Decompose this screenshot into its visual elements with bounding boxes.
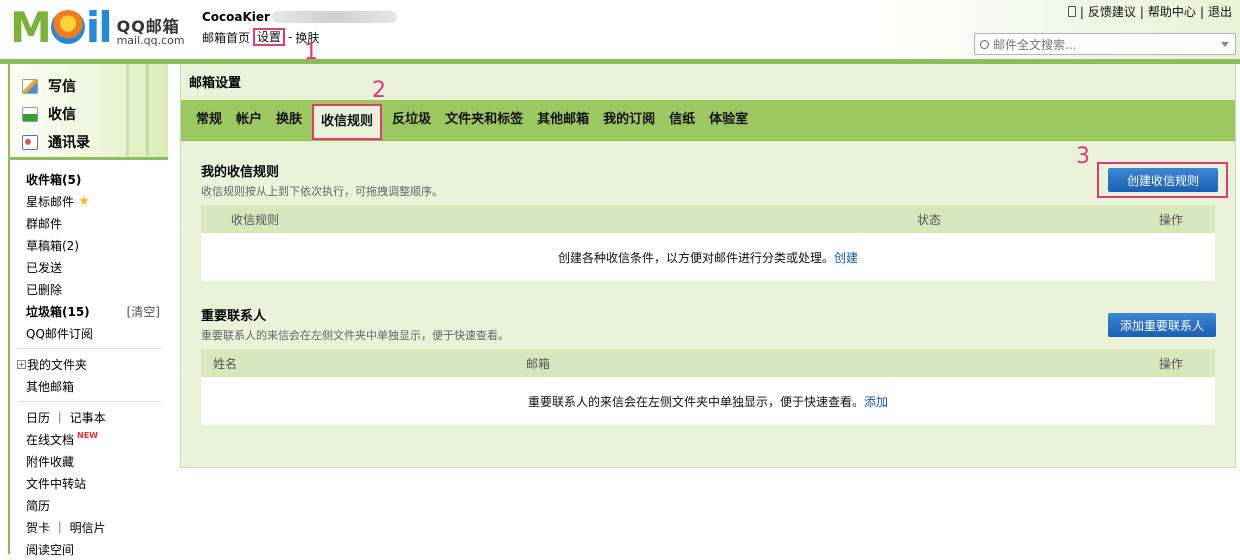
add-vip-link[interactable]: 添加 <box>864 393 888 410</box>
tool-calendar-notes[interactable]: 日历 ｜ 记事本 <box>26 406 168 428</box>
tab-folders-labels[interactable]: 文件夹和标签 <box>438 99 530 140</box>
vip-title: 重要联系人 <box>201 309 267 324</box>
search-input[interactable]: 邮件全文搜索... <box>974 33 1236 55</box>
folder-sent[interactable]: 已发送 <box>26 256 168 278</box>
divider <box>18 348 162 349</box>
brand-name: QQ邮箱 <box>116 17 180 36</box>
logo-letter: M <box>10 3 52 52</box>
annotation-3: 3 <box>1076 144 1090 169</box>
quick-actions: 写信 收信 通讯录 <box>10 64 168 160</box>
star-icon: ★ <box>78 193 90 209</box>
empty-spam-link[interactable]: [清空] <box>127 303 160 320</box>
new-badge: NEW <box>77 430 98 440</box>
rules-empty-row: 创建各种收信条件，以方便对邮件进行分类或处理。 创建 <box>201 233 1215 281</box>
col-actions: 操作 <box>1158 212 1183 227</box>
chevron-down-icon[interactable] <box>1221 42 1229 47</box>
settings-panel: 邮箱设置 常规 帐户 换肤 收信规则 反垃圾 文件夹和标签 其他邮箱 我的订阅 … <box>180 64 1236 468</box>
vip-description: 重要联系人的来信会在左侧文件夹中单独显示，便于快速查看。 <box>201 329 509 342</box>
help-link[interactable]: 帮助中心 <box>1148 3 1196 20</box>
folder-spam[interactable]: 垃圾箱(15) [清空] <box>26 300 168 322</box>
col-actions: 操作 <box>1158 356 1183 371</box>
rules-title: 我的收信规则 <box>201 165 280 180</box>
tab-general[interactable]: 常规 <box>189 99 229 140</box>
tool-cards[interactable]: 贺卡 ｜ 明信片 <box>26 516 168 538</box>
vip-empty-row: 重要联系人的来信会在左侧文件夹中单独显示，便于快速查看。 添加 <box>201 377 1215 425</box>
folder-starred[interactable]: 星标邮件 ★ <box>26 190 168 212</box>
tab-stationery[interactable]: 信纸 <box>662 99 702 140</box>
feedback-link[interactable]: 反馈建议 <box>1088 3 1136 20</box>
tab-account[interactable]: 帐户 <box>229 99 269 140</box>
folder-list: 收件箱(5) 星标邮件 ★ 群邮件 草稿箱(2) 已发送 已删除 垃圾箱(15)[… <box>10 160 168 560</box>
account-name: CocoaKier <box>202 10 270 24</box>
receive-icon <box>22 106 38 122</box>
tool-resume[interactable]: 简历 <box>26 494 168 516</box>
page-title: 邮箱设置 <box>189 76 242 91</box>
tool-file-transfer[interactable]: 文件中转站 <box>26 472 168 494</box>
col-email: 邮箱 <box>526 356 551 371</box>
rules-table: 收信规则 状态 操作 创建各种收信条件，以方便对邮件进行分类或处理。 创建 <box>201 205 1215 281</box>
nav-separator: - <box>288 30 293 44</box>
tab-labs[interactable]: 体验室 <box>702 99 755 140</box>
folder-subscriptions[interactable]: QQ邮件订阅 <box>26 322 168 344</box>
search-placeholder: 邮件全文搜索... <box>993 37 1077 52</box>
tool-reading-space[interactable]: 阅读空间 <box>26 538 168 560</box>
logout-link[interactable]: 退出 <box>1208 3 1232 20</box>
contacts-icon <box>22 134 38 150</box>
qqmail-logo[interactable]: Mil QQ邮箱 mail.qq.com <box>10 7 185 49</box>
col-name: 姓名 <box>213 356 238 371</box>
tab-anti-spam[interactable]: 反垃圾 <box>385 99 438 140</box>
rules-table-header: 收信规则 状态 操作 <box>201 205 1215 233</box>
rules-section: 我的收信规则 收信规则按从上到下依次执行，可拖拽调整顺序。 收信规则 状态 操作… <box>201 161 1215 281</box>
col-rule: 收信规则 <box>231 212 280 227</box>
tool-attachments[interactable]: 附件收藏 <box>26 450 168 472</box>
account-area: CocoaKier 邮箱首页 设置 - 换肤 <box>202 10 397 46</box>
my-folders[interactable]: + 我的文件夹 <box>17 353 168 375</box>
vip-table: 姓名 邮箱 操作 重要联系人的来信会在左侧文件夹中单独显示，便于快速查看。 添加 <box>201 349 1215 425</box>
create-rule-button[interactable]: 创建收信规则 <box>1108 168 1218 192</box>
rules-description: 收信规则按从上到下依次执行，可拖拽调整顺序。 <box>201 185 443 198</box>
settings-tabs: 常规 帐户 换肤 收信规则 反垃圾 文件夹和标签 其他邮箱 我的订阅 信纸 体验… <box>181 100 1235 141</box>
divider <box>18 401 162 402</box>
top-links: | 反馈建议 | 帮助中心 | 退出 <box>1067 3 1232 20</box>
folder-inbox[interactable]: 收件箱(5) <box>26 168 168 190</box>
brand-domain: mail.qq.com <box>116 34 185 47</box>
other-mailboxes[interactable]: 其他邮箱 <box>26 375 168 397</box>
search-icon <box>980 39 989 49</box>
logo-o-icon <box>50 10 85 44</box>
folder-drafts[interactable]: 草稿箱(2) <box>26 234 168 256</box>
phone-icon[interactable] <box>1067 6 1076 17</box>
create-rule-link[interactable]: 创建 <box>834 249 858 266</box>
tool-online-docs[interactable]: 在线文档 NEW <box>26 428 168 450</box>
compose-icon <box>22 78 38 94</box>
tab-inbox-rules[interactable]: 收信规则 <box>312 104 383 140</box>
nav-mail-home[interactable]: 邮箱首页 <box>202 29 250 46</box>
header: Mil QQ邮箱 mail.qq.com CocoaKier 邮箱首页 设置 -… <box>0 0 1240 64</box>
sidebar: 写信 收信 通讯录 收件箱(5) 星标邮件 ★ 群邮件 草稿箱(2) 已发送 已删… <box>8 64 168 557</box>
folder-group[interactable]: 群邮件 <box>26 212 168 234</box>
add-vip-button[interactable]: 添加重要联系人 <box>1108 313 1216 337</box>
logo-tail: il <box>85 3 113 52</box>
tab-other-mailboxes[interactable]: 其他邮箱 <box>530 99 596 140</box>
bamboo-decoration <box>118 64 158 156</box>
folder-deleted[interactable]: 已删除 <box>26 278 168 300</box>
tab-skin[interactable]: 换肤 <box>269 99 309 140</box>
vip-table-header: 姓名 邮箱 操作 <box>201 349 1215 377</box>
nav-settings[interactable]: 设置 <box>253 28 286 46</box>
expand-plus-icon[interactable]: + <box>17 359 26 369</box>
vip-section: 重要联系人 重要联系人的来信会在左侧文件夹中单独显示，便于快速查看。 姓名 邮箱… <box>201 305 1215 425</box>
annotation-2: 2 <box>372 78 386 103</box>
redacted-email <box>271 11 397 23</box>
tab-subscriptions[interactable]: 我的订阅 <box>596 99 662 140</box>
col-status: 状态 <box>917 212 942 227</box>
